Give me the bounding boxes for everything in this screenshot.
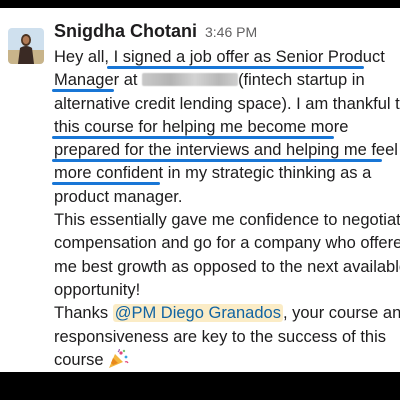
user-mention[interactable]: @PM Diego Granados: [112, 304, 283, 323]
line-text: Hey all, I signed a job offer as Senior …: [54, 48, 385, 66]
message-line: more confident in my strategic thinking …: [52, 162, 400, 186]
line-text: me best growth as opposed to the next av…: [54, 257, 400, 276]
author-name[interactable]: Snigdha Chotani: [54, 21, 197, 41]
line-text: this course for helping me become more: [54, 117, 349, 136]
message-line: product manager.: [54, 186, 400, 209]
chat-message: Snigdha Chotani 3:46 PM Hey all, I signed…: [0, 8, 400, 372]
party-popper-icon: [107, 348, 129, 369]
redacted-company-name: [142, 73, 239, 87]
line-text: opportunity!: [54, 280, 141, 299]
screenshot-frame: Snigdha Chotani 3:46 PM Hey all, I signed…: [0, 0, 400, 400]
line-text: , your course and: [282, 304, 400, 323]
line-text: alternative credit lending space). I am …: [54, 94, 400, 113]
line-text: more confident in my strategic thinking …: [54, 164, 372, 183]
message-header: Snigdha Chotani 3:46 PM: [54, 21, 257, 43]
bottom-border: [0, 372, 400, 400]
line-text: compensation and go for a company who of…: [54, 234, 400, 253]
line-text: prepared for the interviews and helping …: [54, 141, 398, 160]
message-body: Hey all, I signed a job offer as Senior …: [52, 46, 400, 372]
line-text: course: [54, 350, 104, 369]
message-line: responsiveness are key to the success of…: [54, 326, 400, 349]
message-line: compensation and go for a company who of…: [54, 232, 400, 255]
avatar-photo-icon: [8, 28, 44, 64]
line-text: responsiveness are key to the success of…: [54, 327, 386, 346]
line-text: Thanks: [54, 304, 113, 323]
line-text: product manager.: [54, 187, 183, 206]
message-line: This essentially gave me confidence to n…: [54, 209, 400, 232]
message-line: alternative credit lending space). I am …: [54, 93, 400, 116]
line-text: (fintech startup in: [238, 71, 365, 90]
message-line: course: [54, 348, 400, 372]
avatar[interactable]: [8, 28, 44, 64]
line-text: This essentially gave me confidence to n…: [54, 211, 400, 230]
message-line: opportunity!: [54, 279, 400, 302]
message-line: Hey all, I signed a job offer as Senior …: [54, 46, 400, 69]
message-line: prepared for the interviews and helping …: [52, 139, 400, 163]
message-timestamp[interactable]: 3:46 PM: [205, 24, 257, 40]
message-line: this course for helping me become more: [52, 116, 400, 139]
top-border: [0, 0, 400, 8]
message-line: Manager at (fintech startup in: [52, 69, 400, 93]
line-text: Manager at: [54, 71, 143, 90]
message-line: me best growth as opposed to the next av…: [54, 256, 400, 279]
message-line: Thanks @PM Diego Granados, your course a…: [54, 302, 400, 325]
